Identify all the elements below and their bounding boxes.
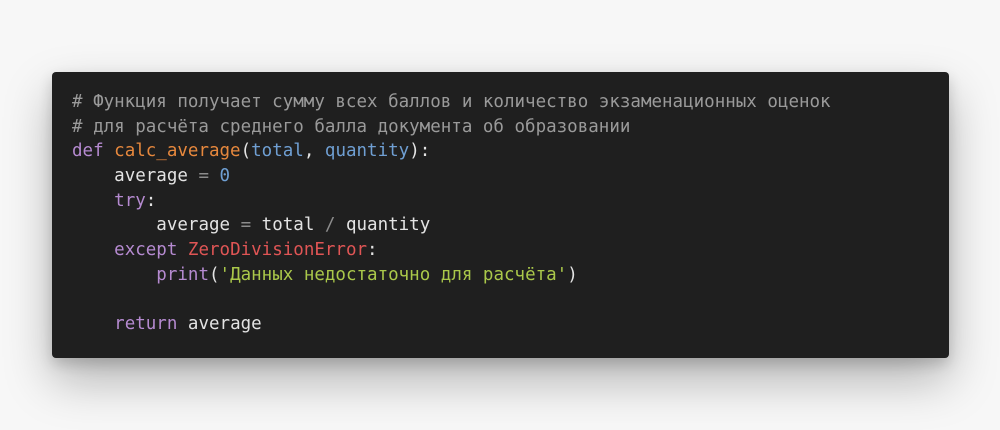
comma: , (303, 141, 325, 162)
comment-text: # Функция получает сумму всех баллов и к… (72, 92, 831, 112)
paren-close-colon: ): (409, 141, 431, 162)
assign-operator: = (230, 215, 262, 236)
assign-operator: = (187, 166, 220, 187)
param-total: total (251, 141, 304, 162)
variable-quantity: quantity (345, 215, 431, 236)
comment-text: # для расчёта среднего балла документа о… (72, 116, 631, 137)
code-block: # Функция получает сумму всех баллов и к… (72, 90, 949, 337)
keyword-def: def (72, 141, 104, 162)
colon: : (145, 190, 157, 211)
code-line-6: average = total / quantity (72, 213, 949, 238)
code-line-3: def calc_average(total, quantity): (72, 139, 949, 164)
code-line-8: print('Данных недостаточно для расчёта') (72, 263, 949, 288)
keyword-try: try (114, 190, 146, 211)
exception-name: ZeroDivisionError (187, 240, 368, 261)
code-line-10: return average (72, 312, 949, 337)
code-snippet-card: # Функция получает сумму всех баллов и к… (52, 72, 949, 358)
code-line-7: except ZeroDivisionError: (72, 238, 949, 263)
variable-average: average (156, 215, 231, 236)
code-line-5: try: (72, 189, 949, 214)
keyword-except: except (114, 240, 178, 261)
colon: : (367, 240, 378, 261)
variable-average: average (114, 166, 188, 187)
paren-open: ( (208, 264, 220, 285)
builtin-print: print (156, 264, 209, 285)
number-literal: 0 (219, 166, 231, 187)
code-line-1: # Функция получает сумму всех баллов и к… (72, 90, 949, 115)
function-name: calc_average (114, 141, 241, 162)
code-line-4: average = 0 (72, 164, 949, 189)
variable-average: average (187, 314, 262, 335)
paren-close: ) (567, 264, 578, 285)
string-literal: 'Данных недостаточно для расчёта' (219, 264, 568, 285)
keyword-return: return (114, 314, 178, 335)
code-line-2: # для расчёта среднего балла документа о… (72, 115, 949, 140)
param-quantity: quantity (324, 141, 410, 162)
divide-operator: / (314, 215, 346, 236)
variable-total: total (261, 215, 315, 236)
paren-open: ( (240, 141, 252, 162)
